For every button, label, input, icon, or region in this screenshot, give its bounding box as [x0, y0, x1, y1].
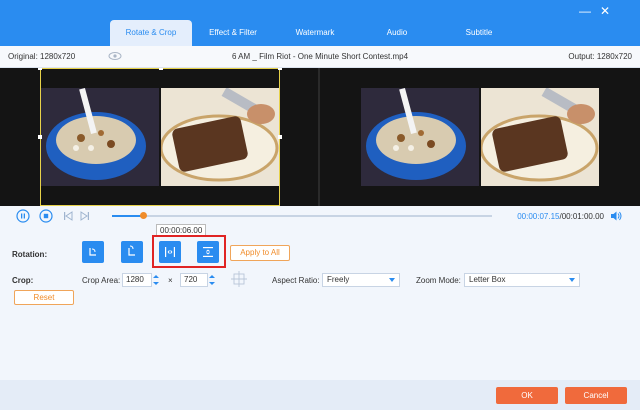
title-bar: — ✕ Rotate & Crop Effect & Filter Waterm… [0, 0, 640, 46]
zoom-mode-select[interactable]: Letter Box [464, 273, 580, 287]
pause-icon[interactable] [16, 209, 30, 223]
crop-label: Crop: [12, 276, 34, 285]
tab-subtitle[interactable]: Subtitle [438, 20, 520, 46]
times-sign: × [168, 276, 173, 285]
crop-handle-top[interactable] [159, 68, 163, 70]
next-frame-icon[interactable] [78, 209, 92, 223]
ok-button[interactable]: OK [496, 387, 558, 404]
editor-window: — ✕ Rotate & Crop Effect & Filter Waterm… [0, 0, 640, 410]
seek-progress [112, 215, 144, 217]
rotate-left-button[interactable] [82, 241, 104, 263]
volume-icon[interactable] [609, 209, 623, 223]
tab-audio[interactable]: Audio [356, 20, 438, 46]
previous-frame-icon[interactable] [61, 209, 75, 223]
output-frame-toast [481, 88, 599, 186]
output-preview [320, 68, 640, 206]
cancel-button[interactable]: Cancel [565, 387, 627, 404]
reset-button[interactable]: Reset [14, 290, 74, 305]
close-button[interactable]: ✕ [598, 4, 612, 18]
stop-icon[interactable] [39, 209, 53, 223]
zoom-mode-value: Letter Box [469, 275, 506, 284]
original-preview[interactable] [0, 68, 318, 206]
flip-buttons-highlight [152, 235, 226, 268]
crop-width-input[interactable]: 1280 [122, 273, 152, 287]
playback-controls: 00:00:07.15/00:01:00.00 [0, 206, 640, 226]
crop-area-label: Crop Area: [82, 276, 121, 285]
crop-width-stepper-icon[interactable] [152, 273, 160, 287]
minimize-button[interactable]: — [578, 4, 592, 18]
crop-handle-left[interactable] [38, 135, 42, 139]
crop-handle-tl[interactable] [38, 68, 42, 70]
chevron-down-icon [389, 278, 395, 282]
rotate-right-button[interactable] [121, 241, 143, 263]
crop-handle-right[interactable] [278, 135, 282, 139]
current-time: 00:00:07.15 [517, 212, 560, 221]
crop-frame[interactable] [38, 68, 282, 206]
duration: 00:01:00.00 [561, 212, 604, 221]
crop-height-stepper-icon[interactable] [208, 273, 216, 287]
chevron-down-icon [569, 278, 575, 282]
rotate-right-icon [128, 245, 135, 256]
tab-effect-filter[interactable]: Effect & Filter [192, 20, 274, 46]
file-name: 6 AM _ Film Riot - One Minute Short Cont… [231, 52, 409, 61]
seek-handle[interactable] [140, 212, 148, 219]
output-resolution: Output: 1280x720 [568, 52, 632, 61]
crop-height-input[interactable]: 720 [180, 273, 208, 287]
output-frame-cereal [361, 88, 479, 186]
crop-handle-tr[interactable] [278, 68, 282, 70]
seek-bar[interactable] [112, 212, 492, 219]
tab-rotate-crop[interactable]: Rotate & Crop [110, 20, 192, 46]
aspect-ratio-select[interactable]: Freely [322, 273, 400, 287]
tab-watermark[interactable]: Watermark [274, 20, 356, 46]
footer-bar: OK Cancel [0, 380, 640, 410]
tab-bar: Rotate & Crop Effect & Filter Watermark … [110, 20, 520, 46]
zoom-mode-label: Zoom Mode: [416, 276, 461, 285]
time-display: 00:00:07.15/00:01:00.00 [517, 212, 604, 221]
rotate-left-icon [89, 248, 96, 256]
rotation-label: Rotation: [12, 250, 48, 259]
apply-to-all-button[interactable]: Apply to All [230, 245, 290, 261]
aspect-ratio-value: Freely [327, 275, 350, 284]
aspect-ratio-label: Aspect Ratio: [272, 276, 320, 285]
info-bar: Original: 1280x720 6 AM _ Film Riot - On… [0, 46, 640, 68]
center-crop-icon[interactable] [230, 270, 248, 288]
